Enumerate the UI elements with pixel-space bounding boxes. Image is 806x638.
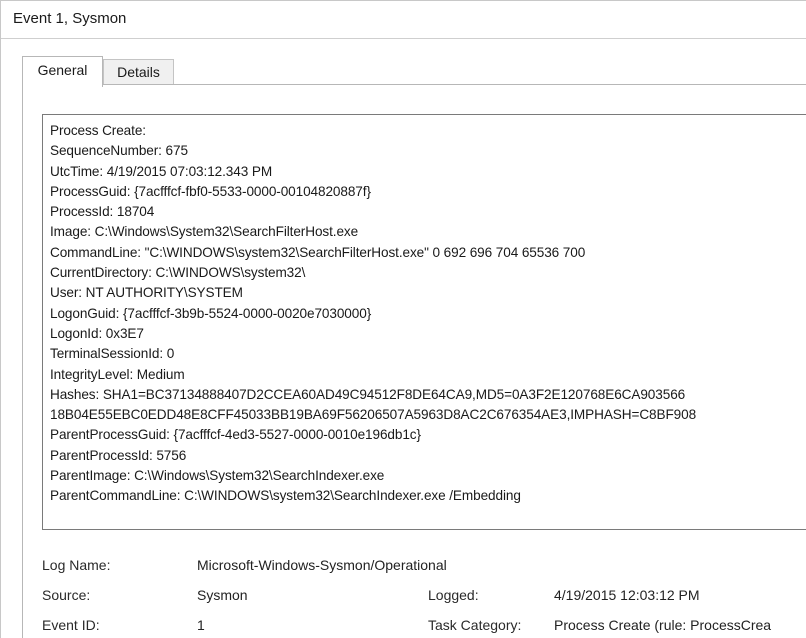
logged-value: 4/19/2015 12:03:12 PM	[554, 587, 700, 603]
event-properties-window: Event 1, Sysmon General Details Process …	[0, 0, 806, 638]
tab-general[interactable]: General	[22, 56, 103, 87]
description-line: LogonGuid: {7acfffcf-3b9b-5524-0000-0020…	[50, 305, 372, 321]
description-line: ParentCommandLine: C:\WINDOWS\system32\S…	[50, 488, 521, 504]
tab-details[interactable]: Details	[103, 59, 174, 85]
description-line: SequenceNumber: 675	[50, 143, 188, 159]
description-line: LogonId: 0x3E7	[50, 325, 144, 341]
log-name-value: Microsoft-Windows-Sysmon/Operational	[197, 557, 447, 573]
window-title: Event 1, Sysmon	[13, 10, 127, 27]
task-category-label: Task Category:	[428, 617, 522, 633]
description-line: CommandLine: "C:\WINDOWS\system32\Search…	[50, 244, 586, 260]
description-line: IntegrityLevel: Medium	[50, 366, 185, 382]
description-line: ParentProcessId: 5756	[50, 447, 187, 463]
title-bar: Event 1, Sysmon	[1, 1, 806, 39]
event-id-label: Event ID:	[42, 617, 100, 633]
general-tab-panel: Process Create: SequenceNumber: 675 UtcT…	[22, 84, 806, 638]
description-line: ParentProcessGuid: {7acfffcf-4ed3-5527-0…	[50, 427, 421, 443]
description-line: TerminalSessionId: 0	[50, 346, 175, 362]
description-line: Process Create:	[50, 123, 146, 138]
description-line: Hashes: SHA1=BC37134888407D2CCEA60AD49C9…	[50, 386, 686, 402]
source-label: Source:	[42, 587, 91, 603]
description-line: 18B04E55EBC0EDD48E8CFF45033BB19BA69F5620…	[50, 407, 697, 423]
event-description-box[interactable]: Process Create: SequenceNumber: 675 UtcT…	[42, 114, 806, 530]
content-area: General Details Process Create: Sequence…	[1, 39, 806, 638]
event-id-value: 1	[197, 617, 205, 633]
description-line: User: NT AUTHORITY\SYSTEM	[50, 285, 243, 301]
description-line: ProcessGuid: {7acfffcf-fbf0-5533-0000-00…	[50, 183, 371, 199]
log-name-label: Log Name:	[42, 557, 111, 573]
description-line: ProcessId: 18704	[50, 204, 155, 220]
description-line: UtcTime: 4/19/2015 07:03:12.343 PM	[50, 163, 273, 179]
event-description-lines: Process Create: SequenceNumber: 675 UtcT…	[50, 121, 696, 507]
description-line: ParentImage: C:\Windows\System32\SearchI…	[50, 468, 385, 484]
description-line: CurrentDirectory: C:\WINDOWS\system32\	[50, 265, 306, 281]
source-value: Sysmon	[197, 587, 248, 603]
logged-label: Logged:	[428, 587, 479, 603]
task-category-value: Process Create (rule: ProcessCrea	[554, 617, 772, 633]
description-line: Image: C:\Windows\System32\SearchFilterH…	[50, 224, 359, 240]
